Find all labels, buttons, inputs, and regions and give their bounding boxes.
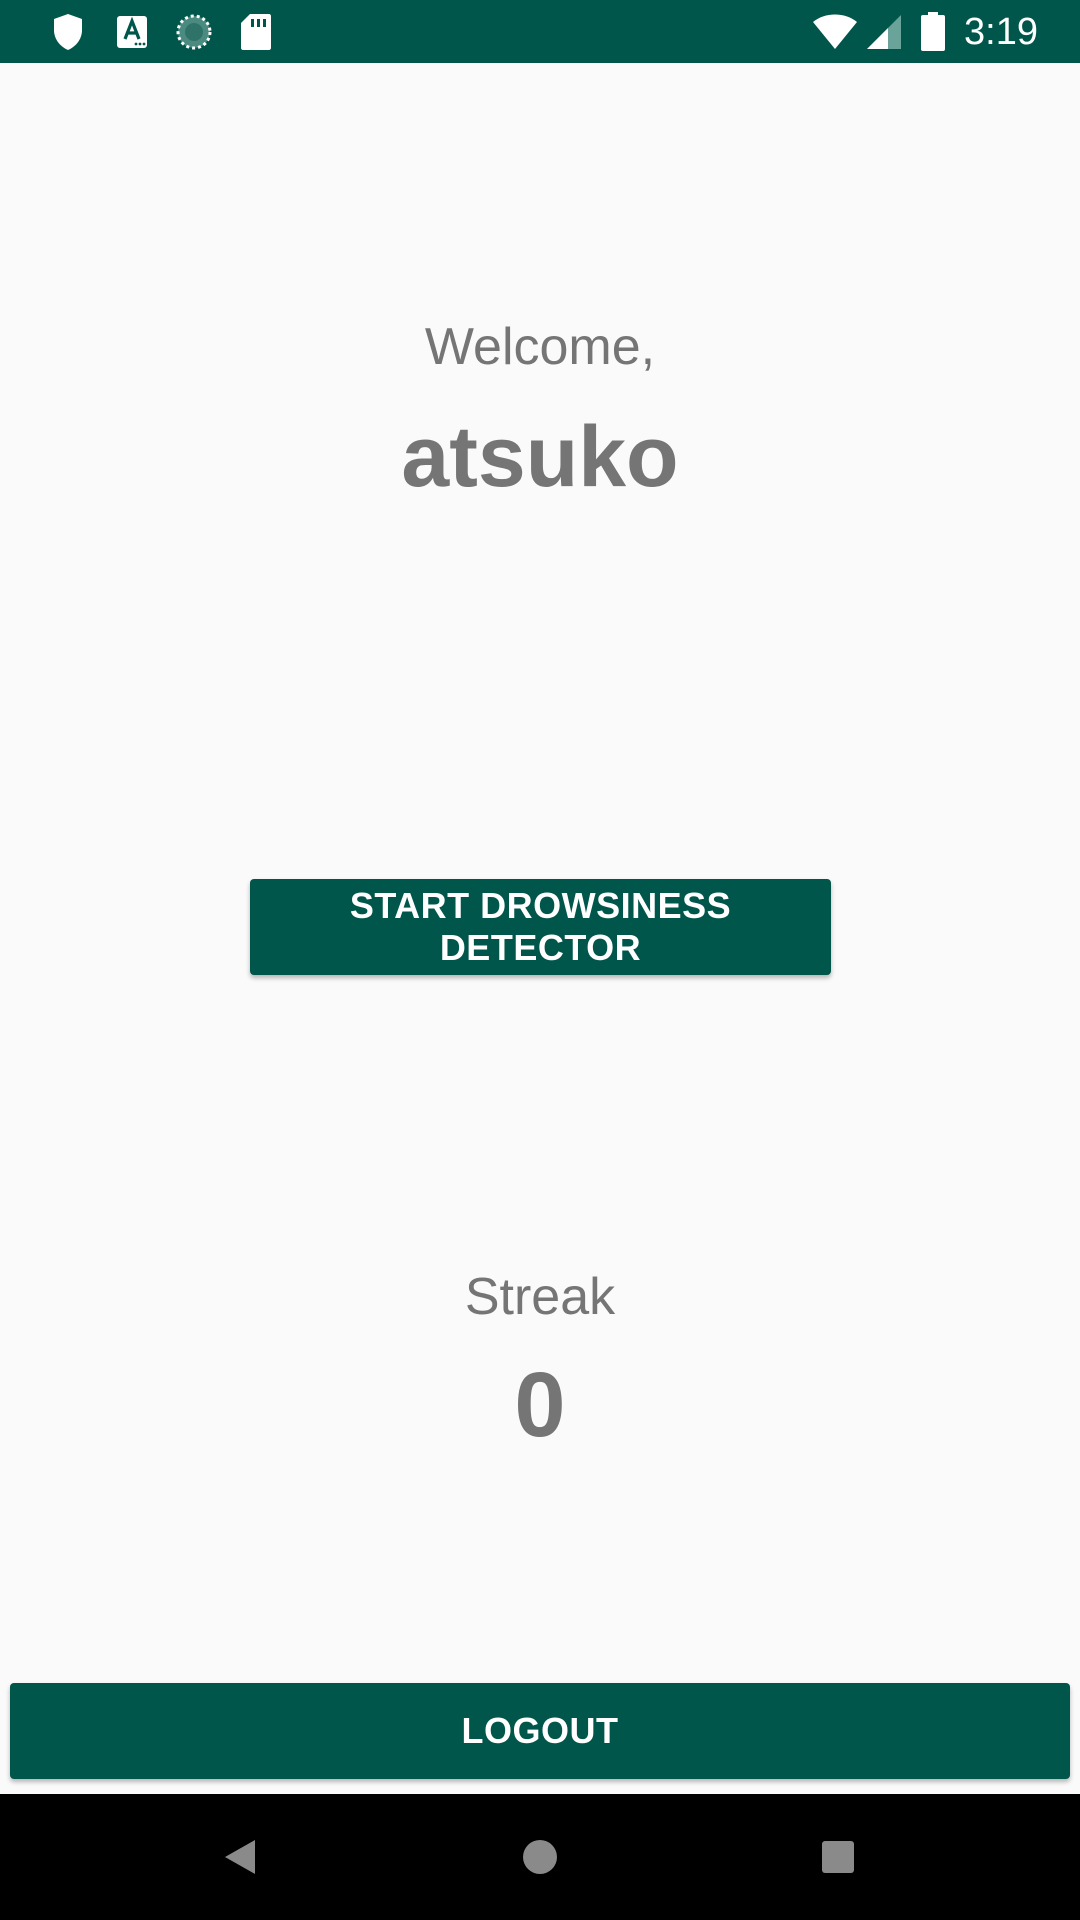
logout-button[interactable]: LOGOUT — [10, 1683, 1070, 1779]
app-screen: 3:19 Welcome, atsuko START DROWSINESS DE… — [0, 0, 1080, 1920]
cell-signal-icon — [864, 12, 904, 52]
start-button-label: START DROWSINESS DETECTOR — [349, 885, 732, 968]
recents-icon[interactable] — [803, 1822, 873, 1892]
streak-value: 0 — [514, 1354, 566, 1456]
navigation-bar — [0, 1794, 1080, 1920]
welcome-label: Welcome, — [424, 318, 656, 376]
wifi-icon — [812, 12, 858, 52]
start-drowsiness-detector-button[interactable]: START DROWSINESS DETECTOR — [250, 879, 831, 975]
sync-icon — [174, 12, 214, 52]
home-icon[interactable] — [505, 1822, 575, 1892]
sd-card-icon — [236, 12, 276, 52]
status-time: 3:19 — [964, 11, 1038, 53]
logout-button-label: LOGOUT — [461, 1710, 619, 1751]
battery-icon — [916, 12, 950, 52]
text-a-icon — [112, 12, 152, 52]
back-icon[interactable] — [205, 1822, 275, 1892]
streak-label: Streak — [464, 1268, 616, 1326]
status-bar: 3:19 — [0, 0, 1080, 63]
username-label: atsuko — [401, 409, 679, 505]
shield-icon — [48, 12, 88, 52]
